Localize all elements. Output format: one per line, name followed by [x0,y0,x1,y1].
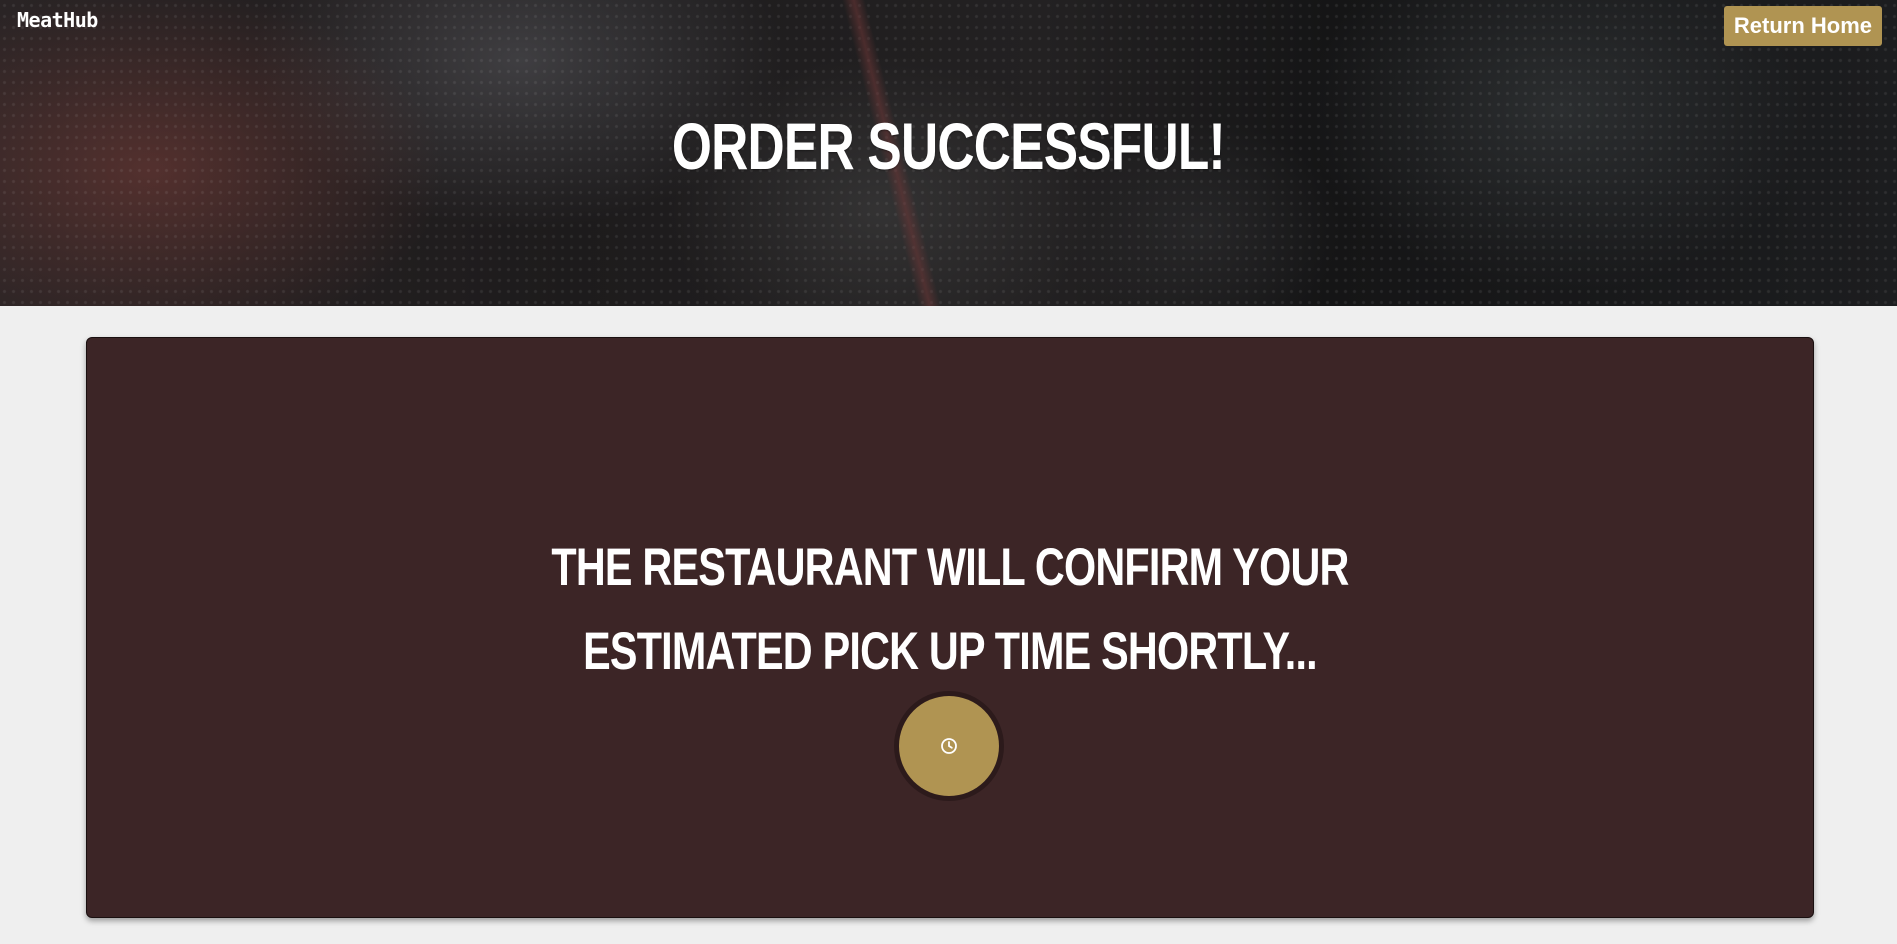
confirmation-message-line-1: THE RESTAURANT WILL CONFIRM YOUR [551,538,1349,597]
return-home-button[interactable]: Return Home [1723,6,1882,46]
page-title: ORDER SUCCESSFUL! [671,109,1226,183]
hero-banner: MeatHub Return Home ORDER SUCCESSFUL! [0,0,1897,306]
confirmation-card: THE RESTAURANT WILL CONFIRM YOUR ESTIMAT… [86,337,1814,918]
brand-logo[interactable]: MeatHub [17,8,98,32]
confirmation-message-line-2: ESTIMATED PICK UP TIME SHORTLY... [583,622,1318,681]
clock-icon [941,738,957,754]
confirmation-message: THE RESTAURANT WILL CONFIRM YOUR ESTIMAT… [277,526,1623,694]
pending-status-badge [899,696,999,796]
